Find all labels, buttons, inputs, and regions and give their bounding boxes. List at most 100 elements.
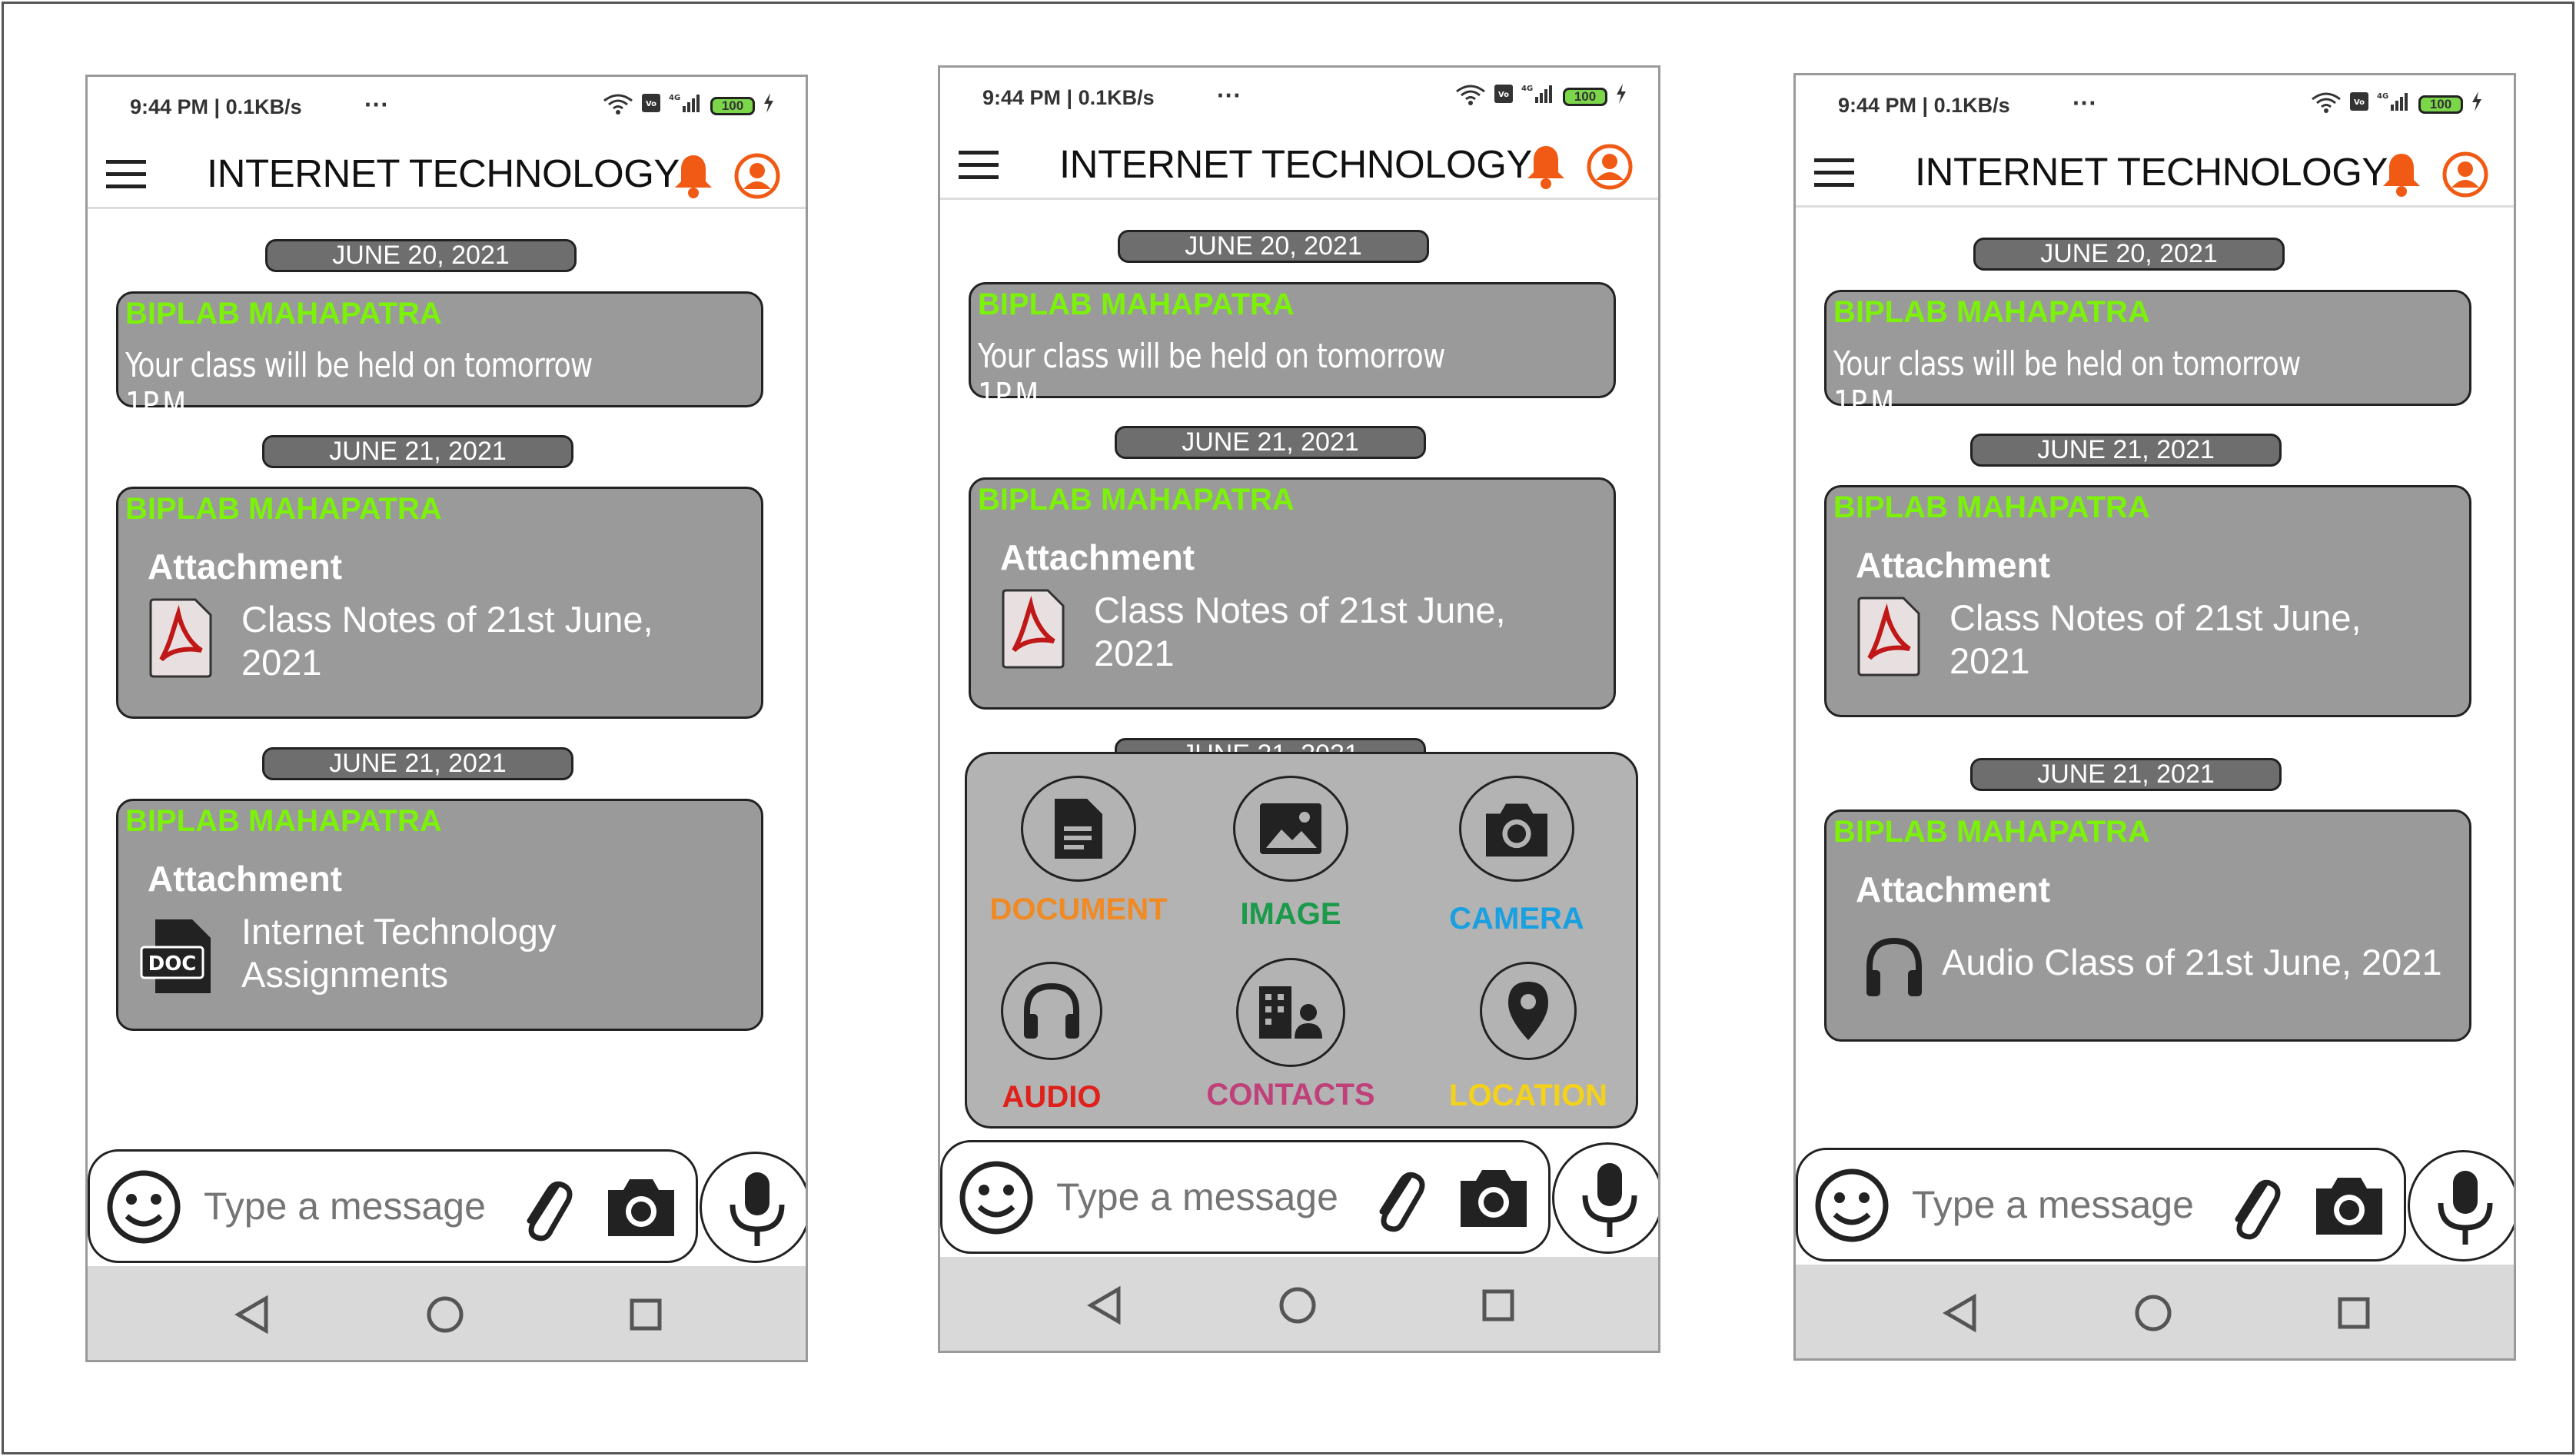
charging-icon (2471, 91, 2483, 117)
attach-document-option[interactable]: DOCUMENT (967, 776, 1190, 927)
headphones-icon[interactable] (1863, 936, 1933, 1006)
back-icon[interactable] (1086, 1285, 1123, 1328)
status-time: 9:44 PM | 0.1KB/s (1838, 94, 2010, 117)
attach-camera-option[interactable]: CAMERA (1405, 776, 1628, 936)
status-icons: Vo 4G 100 (1455, 83, 1627, 110)
emoji-icon[interactable] (105, 1168, 182, 1245)
voice-record-button[interactable] (2408, 1150, 2514, 1262)
home-icon[interactable] (2134, 1294, 2172, 1336)
date-separator: JUNE 20, 2021 (265, 239, 577, 272)
attach-location-option[interactable]: LOCATION (1428, 962, 1628, 1113)
app-bar: INTERNET TECHNOLOGY (940, 129, 1658, 200)
attachment-bubble[interactable]: BIPLAB MAHAPATRA Attachment Audio Class … (1824, 809, 2471, 1042)
message-input[interactable] (1912, 1182, 2219, 1227)
signal-icon: 4G (669, 92, 703, 119)
battery-icon: 100 (1563, 87, 1607, 106)
home-icon[interactable] (1278, 1286, 1317, 1328)
attachment-bubble[interactable]: BIPLAB MAHAPATRA Attachment Class Notes … (1824, 485, 2471, 717)
recent-apps-icon[interactable] (1482, 1289, 1514, 1325)
date-separator: JUNE 21, 2021 (1970, 758, 2282, 791)
attachment-label: Attachment (1000, 537, 1195, 577)
wifi-icon (603, 93, 633, 119)
attach-icon[interactable] (2222, 1168, 2284, 1245)
svg-text:DOC: DOC (148, 952, 197, 976)
notification-bell-icon[interactable] (2378, 151, 2425, 198)
emoji-icon[interactable] (1813, 1167, 1890, 1244)
date-separator: JUNE 20, 2021 (1118, 230, 1429, 263)
menu-icon[interactable] (959, 151, 999, 181)
back-icon[interactable] (234, 1295, 271, 1338)
menu-icon[interactable] (106, 160, 146, 191)
file-name: Class Notes of 21st June, 2021 (241, 599, 653, 683)
attach-icon[interactable] (1367, 1161, 1428, 1238)
profile-icon[interactable] (733, 152, 781, 200)
voice-record-button[interactable] (700, 1152, 806, 1263)
microphone-icon (1582, 1163, 1637, 1237)
app-bar: INTERNET TECHNOLOGY (1796, 137, 2514, 208)
profile-icon[interactable] (1586, 143, 1634, 191)
sender-name: BIPLAB MAHAPATRA (978, 288, 1295, 321)
message-input-bar (940, 1140, 1551, 1254)
charging-icon (1615, 84, 1627, 109)
status-bar: 9:44 PM | 0.1KB/s ··· Vo 4G 100 (1796, 75, 2514, 137)
message-input[interactable] (1056, 1175, 1364, 1219)
attach-image-option[interactable]: IMAGE (1179, 776, 1402, 932)
svg-text:4G: 4G (669, 94, 680, 102)
doc-icon[interactable]: DOC (138, 916, 211, 999)
message-input[interactable] (204, 1184, 511, 1228)
menu-icon[interactable] (1814, 158, 1854, 189)
pdf-icon[interactable] (1000, 587, 1066, 670)
pdf-icon[interactable] (148, 597, 214, 680)
camera-icon[interactable] (2313, 1172, 2385, 1238)
message-text: Your class will be held on tomorrow 1P.M (978, 337, 1445, 415)
recent-apps-icon[interactable] (2338, 1297, 2370, 1333)
app-title: INTERNET TECHNOLOGY (1059, 142, 1532, 186)
profile-icon[interactable] (2441, 151, 2489, 198)
date-separator: JUNE 21, 2021 (262, 435, 573, 468)
phone-screen-1: 9:44 PM | 0.1KB/s ··· Vo 4G 100 INTERNET… (85, 75, 808, 1362)
file-name: Internet Technology Assignments (241, 911, 557, 995)
camera-icon[interactable] (1458, 1164, 1530, 1230)
home-icon[interactable] (426, 1295, 464, 1338)
recent-apps-icon[interactable] (630, 1298, 662, 1335)
voice-record-button[interactable] (1552, 1142, 1658, 1254)
file-name: Class Notes of 21st June, 2021 (1094, 590, 1506, 673)
message-bubble[interactable]: BIPLAB MAHAPATRA Your class will be held… (969, 282, 1616, 415)
attachment-bubble[interactable]: BIPLAB MAHAPATRA Attachment Class Notes … (969, 477, 1616, 710)
file-name: Class Notes of 21st June, 2021 (1949, 597, 2362, 681)
notification-bell-icon[interactable] (670, 152, 716, 200)
svg-text:4G: 4G (1521, 85, 1533, 93)
date-separator: JUNE 21, 2021 (262, 747, 573, 780)
system-nav-bar (1796, 1265, 2514, 1358)
camera-icon[interactable] (605, 1173, 677, 1239)
image-icon (1233, 776, 1348, 882)
pdf-icon[interactable] (1856, 595, 1922, 678)
svg-text:4G: 4G (2377, 92, 2388, 101)
attachment-bubble[interactable]: BIPLAB MAHAPATRA Attachment DOC Internet… (116, 799, 763, 1031)
attachment-label: Attachment (1856, 869, 2051, 909)
svg-text:Vo: Vo (646, 100, 656, 108)
back-icon[interactable] (1942, 1293, 1979, 1336)
sender-name: BIPLAB MAHAPATRA (125, 297, 442, 331)
system-nav-bar (88, 1266, 806, 1360)
sender-name: BIPLAB MAHAPATRA (1833, 295, 2150, 329)
attach-option-label: CONTACTS (1206, 1078, 1375, 1112)
attach-contacts-option[interactable]: CONTACTS (1179, 958, 1402, 1112)
attachment-menu: DOCUMENT IMAGE CAMERA AUDIO CONTACTS LOC… (965, 752, 1638, 1129)
attach-audio-option[interactable]: AUDIO (967, 962, 1136, 1115)
contacts-icon (1236, 958, 1345, 1067)
sender-name: BIPLAB MAHAPATRA (125, 492, 442, 526)
emoji-icon[interactable] (958, 1159, 1035, 1236)
file-name: Audio Class of 21st June, 2021 (1942, 942, 2442, 982)
message-bubble[interactable]: BIPLAB MAHAPATRA Your class will be held… (1824, 290, 2471, 423)
attachment-bubble[interactable]: BIPLAB MAHAPATRA Attachment Class Notes … (116, 487, 763, 719)
message-input-bar (88, 1149, 698, 1263)
message-text: Your class will be held on tomorrow 1P.M (1833, 344, 2301, 423)
app-bar: INTERNET TECHNOLOGY (88, 138, 806, 209)
notification-bell-icon[interactable] (1523, 143, 1569, 191)
status-bar: 9:44 PM | 0.1KB/s ··· Vo 4G 100 (940, 68, 1658, 129)
attach-icon[interactable] (514, 1170, 576, 1247)
status-more-dots: ··· (2072, 89, 2097, 117)
status-time: 9:44 PM | 0.1KB/s (130, 95, 302, 118)
message-bubble[interactable]: BIPLAB MAHAPATRA Your class will be held… (116, 291, 763, 424)
